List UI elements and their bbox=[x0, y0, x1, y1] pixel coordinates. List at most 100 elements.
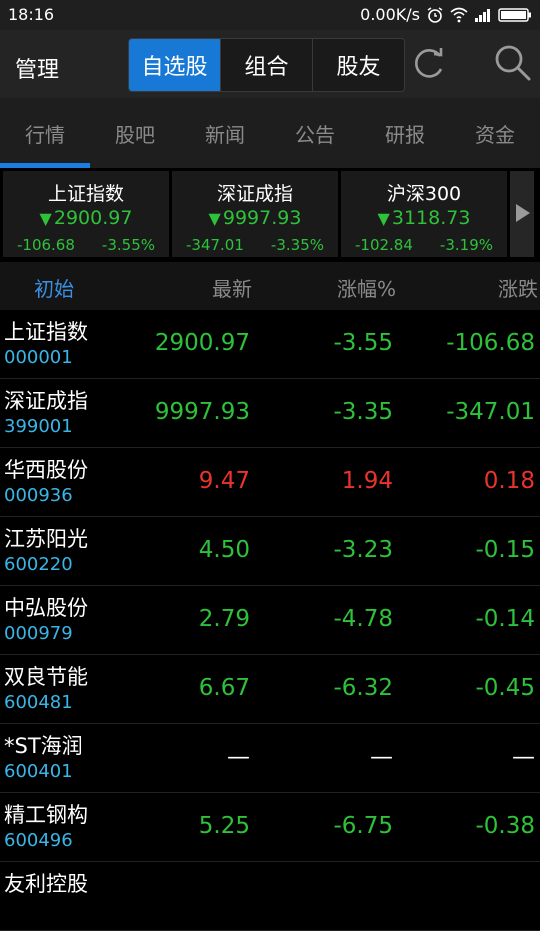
manage-button[interactable]: 管理 bbox=[15, 52, 59, 84]
index-name: 沪深300 bbox=[386, 183, 462, 205]
index-name: 上证指数 bbox=[47, 183, 124, 205]
signal-icon bbox=[475, 8, 490, 22]
down-triangle-icon: ▼ bbox=[377, 209, 390, 228]
segment-portfolio[interactable]: 组合 bbox=[221, 39, 313, 91]
stock-change: — bbox=[512, 744, 535, 770]
table-row[interactable]: *ST海润 600401 — — — bbox=[0, 724, 540, 793]
stock-pct: -4.78 bbox=[333, 606, 393, 632]
segment-watchlist[interactable]: 自选股 bbox=[129, 39, 221, 91]
more-indices-button[interactable] bbox=[510, 171, 534, 257]
stock-list: 上证指数 000001 2900.97 -3.55 -106.68 深证成指 3… bbox=[0, 310, 540, 931]
index-card-sz[interactable]: 深证成指 ▼ 9997.93 -347.01 -3.35% bbox=[172, 171, 338, 257]
stock-name: 江苏阳光 bbox=[4, 527, 88, 551]
tab-funds[interactable]: 资金 bbox=[450, 98, 540, 168]
stock-name: 双良节能 bbox=[4, 665, 88, 689]
index-price-wrap: ▼ 2900.97 bbox=[3, 207, 169, 229]
stock-code: 000979 bbox=[4, 623, 73, 644]
search-icon[interactable] bbox=[492, 42, 532, 82]
status-right: 0.00K/s bbox=[360, 5, 532, 24]
refresh-icon[interactable] bbox=[410, 44, 448, 82]
stock-change: -0.14 bbox=[475, 606, 535, 632]
table-row[interactable]: 中弘股份 000979 2.79 -4.78 -0.14 bbox=[0, 586, 540, 655]
stock-latest: — bbox=[227, 744, 250, 770]
stock-change: -0.45 bbox=[475, 675, 535, 701]
stock-change: -347.01 bbox=[446, 399, 535, 425]
battery-icon bbox=[498, 7, 531, 22]
table-row[interactable]: 江苏阳光 600220 4.50 -3.23 -0.15 bbox=[0, 517, 540, 586]
stock-latest: 4.50 bbox=[198, 537, 250, 563]
index-price: 9997.93 bbox=[222, 207, 302, 229]
stock-change: 0.18 bbox=[483, 468, 535, 494]
stock-name: 上证指数 bbox=[4, 320, 88, 344]
stock-name: 中弘股份 bbox=[4, 596, 88, 620]
tab-research[interactable]: 研报 bbox=[360, 98, 450, 168]
stock-latest: 9.47 bbox=[198, 468, 250, 494]
table-row[interactable]: 华西股份 000936 9.47 1.94 0.18 bbox=[0, 448, 540, 517]
stock-latest: 9997.93 bbox=[154, 399, 250, 425]
stock-pct: -6.32 bbox=[333, 675, 393, 701]
stock-latest: 2.79 bbox=[198, 606, 250, 632]
category-tabs: 行情 股吧 新闻 公告 研报 资金 bbox=[0, 98, 540, 168]
tab-market[interactable]: 行情 bbox=[0, 98, 90, 168]
tab-announcements[interactable]: 公告 bbox=[270, 98, 360, 168]
chevron-right-icon bbox=[516, 204, 530, 222]
stock-code: 000001 bbox=[4, 347, 73, 368]
stock-change: -0.15 bbox=[475, 537, 535, 563]
stock-name: 精工钢构 bbox=[4, 803, 88, 827]
index-name: 深证成指 bbox=[216, 183, 293, 205]
stock-code: 600220 bbox=[4, 554, 73, 575]
stock-latest: 5.25 bbox=[198, 813, 250, 839]
segment-friends[interactable]: 股友 bbox=[313, 39, 404, 91]
table-row[interactable]: 双良节能 600481 6.67 -6.32 -0.45 bbox=[0, 655, 540, 724]
sort-initial[interactable]: 初始 bbox=[34, 273, 74, 302]
stock-pct: 1.94 bbox=[341, 468, 393, 494]
table-row[interactable]: 精工钢构 600496 5.25 -6.75 -0.38 bbox=[0, 793, 540, 862]
index-change: -106.68 bbox=[17, 236, 75, 254]
column-header: 初始 最新 涨幅% 涨跌 bbox=[0, 262, 540, 310]
table-row[interactable]: 深证成指 399001 9997.93 -3.35 -347.01 bbox=[0, 379, 540, 448]
index-price: 3118.73 bbox=[391, 207, 471, 229]
index-card-hs300[interactable]: 沪深300 ▼ 3118.73 -102.84 -3.19% bbox=[341, 171, 507, 257]
stock-code: 600401 bbox=[4, 761, 73, 782]
stock-code: 399001 bbox=[4, 416, 73, 437]
table-row[interactable]: 上证指数 000001 2900.97 -3.55 -106.68 bbox=[0, 310, 540, 379]
index-strip: 上证指数 ▼ 2900.97 -106.68 -3.55% 深证成指 ▼ 9997.… bbox=[0, 168, 540, 260]
tab-news[interactable]: 新闻 bbox=[180, 98, 270, 168]
tab-forum[interactable]: 股吧 bbox=[90, 98, 180, 168]
col-latest[interactable]: 最新 bbox=[212, 273, 252, 302]
index-price-wrap: ▼ 3118.73 bbox=[341, 207, 507, 229]
stock-pct: — bbox=[370, 744, 393, 770]
index-pct: -3.55% bbox=[101, 236, 155, 254]
stock-pct: -3.23 bbox=[333, 537, 393, 563]
col-change[interactable]: 涨跌 bbox=[498, 273, 538, 302]
stock-name: 友利控股 bbox=[4, 872, 88, 896]
index-change: -347.01 bbox=[186, 236, 244, 254]
stock-change: -0.38 bbox=[475, 813, 535, 839]
stock-name: 华西股份 bbox=[4, 458, 88, 482]
index-pct: -3.35% bbox=[270, 236, 324, 254]
stock-name: 深证成指 bbox=[4, 389, 88, 413]
index-price-wrap: ▼ 9997.93 bbox=[172, 207, 338, 229]
table-row[interactable]: 友利控股 bbox=[0, 862, 540, 931]
stock-code: 600496 bbox=[4, 830, 73, 851]
alarm-icon bbox=[427, 6, 443, 23]
index-card-sh[interactable]: 上证指数 ▼ 2900.97 -106.68 -3.55% bbox=[3, 171, 169, 257]
stock-pct: -6.75 bbox=[333, 813, 393, 839]
wifi-icon bbox=[450, 7, 468, 22]
col-pct[interactable]: 涨幅% bbox=[337, 273, 396, 302]
status-time: 18:16 bbox=[8, 5, 55, 24]
down-triangle-icon: ▼ bbox=[208, 209, 221, 228]
status-bar: 18:16 0.00K/s bbox=[0, 0, 540, 30]
stock-code: 000936 bbox=[4, 485, 73, 506]
stock-code: 600481 bbox=[4, 692, 73, 713]
stock-pct: -3.35 bbox=[333, 399, 393, 425]
index-pct: -3.19% bbox=[439, 236, 493, 254]
segment-control: 自选股 组合 股友 bbox=[128, 38, 405, 92]
stock-change: -106.68 bbox=[446, 330, 535, 356]
down-triangle-icon: ▼ bbox=[39, 209, 52, 228]
network-speed: 0.00K/s bbox=[360, 5, 420, 24]
stock-name: *ST海润 bbox=[4, 734, 83, 758]
index-change: -102.84 bbox=[355, 236, 413, 254]
stock-latest: 2900.97 bbox=[154, 330, 250, 356]
stock-latest: 6.67 bbox=[198, 675, 250, 701]
